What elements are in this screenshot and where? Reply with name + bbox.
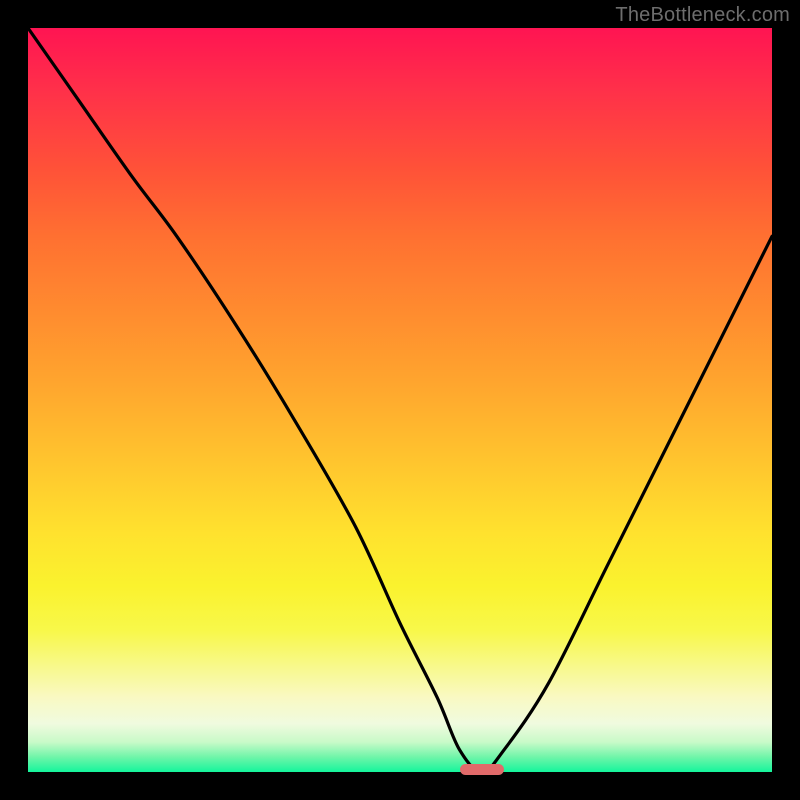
chart-frame: TheBottleneck.com	[0, 0, 800, 800]
bottleneck-curve-path	[28, 28, 772, 772]
watermark-text: TheBottleneck.com	[615, 4, 790, 27]
curve-svg	[28, 28, 772, 772]
plot-area	[28, 28, 772, 772]
optimal-range-marker	[460, 764, 505, 775]
